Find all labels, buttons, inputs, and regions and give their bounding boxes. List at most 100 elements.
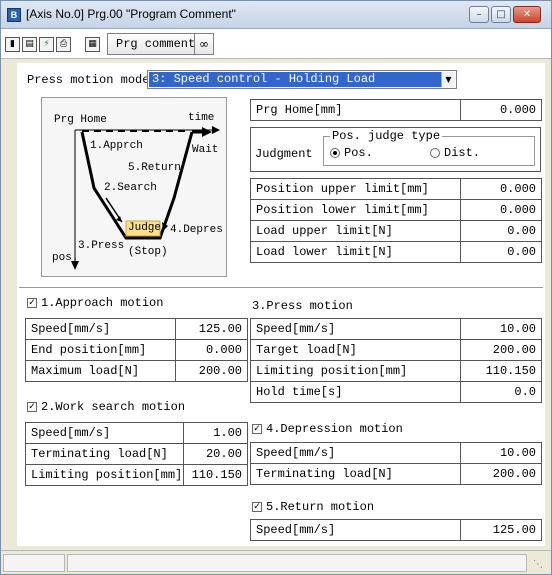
toolbar: ▮ ▤ ⚡ ⎙ ▦ Prg comment ∞ [1, 29, 551, 59]
table-row: Position upper limit[mm] 0.000 [250, 178, 542, 200]
press-motion-mode-label: Press motion mode [27, 73, 150, 87]
param-value[interactable]: 10.00 [460, 442, 542, 464]
table-row: Maximum load[N] 200.00 [25, 360, 248, 382]
param-label: Speed[mm/s] [250, 318, 461, 340]
diagram-wait-label: Wait [192, 144, 219, 156]
maximize-button[interactable]: □ [491, 6, 511, 23]
return-checkbox[interactable]: ✓ [252, 502, 262, 512]
link-icon[interactable]: ∞ [194, 33, 214, 55]
table-row: Speed[mm/s] 10.00 [250, 442, 542, 464]
pos-judge-type-label: Pos. judge type [330, 128, 443, 144]
table-row: Speed[mm/s] 125.00 [250, 519, 542, 541]
limit-label: Position upper limit[mm] [250, 178, 461, 200]
param-value[interactable]: 0.000 [175, 339, 248, 361]
table-row: Hold time[s] 0.0 [250, 381, 542, 403]
diagram-search-label: 2.Search [104, 182, 157, 194]
search-table: Speed[mm/s] 1.00 Terminating load[N] 20.00… [25, 422, 248, 486]
radio-pos-label[interactable]: Pos. [344, 145, 373, 161]
param-value[interactable]: 110.150 [460, 360, 542, 382]
table-row: Position lower limit[mm] 0.000 [250, 199, 542, 221]
limit-value[interactable]: 0.000 [460, 199, 542, 221]
press-title: 3.Press motion [252, 299, 353, 313]
search-title: 2.Work search motion [41, 400, 186, 414]
param-value[interactable]: 1.00 [183, 422, 248, 444]
program-window: B [Axis No.0] Prg.00 "Program Comment" –… [0, 0, 552, 575]
radio-pos[interactable] [330, 148, 340, 158]
table-row: Speed[mm/s] 125.00 [25, 318, 248, 340]
limit-value[interactable]: 0.00 [460, 241, 542, 263]
param-label: Speed[mm/s] [250, 442, 461, 464]
param-value[interactable]: 200.00 [460, 339, 542, 361]
param-value[interactable]: 125.00 [175, 318, 248, 340]
table-row: End position[mm] 0.000 [25, 339, 248, 361]
param-label: Hold time[s] [250, 381, 461, 403]
approach-table: Speed[mm/s] 125.00 End position[mm] 0.000 … [25, 318, 248, 382]
status-cell [3, 554, 65, 572]
approach-title: 1.Approach motion [41, 296, 164, 310]
judgment-label: Judgment [255, 147, 313, 161]
param-label: Limiting position[mm] [250, 360, 461, 382]
param-label: Terminating load[N] [25, 443, 184, 465]
table-row: Limiting position[mm] 110.150 [250, 360, 542, 382]
press-motion-mode-value: 3: Speed control - Holding Load [149, 72, 441, 87]
table-row: Prg Home[mm] 0.000 [250, 99, 542, 121]
table-row: Speed[mm/s] 10.00 [250, 318, 542, 340]
chevron-down-icon[interactable]: ▼ [441, 72, 455, 87]
depress-checkbox[interactable]: ✓ [252, 424, 262, 434]
return-title: 5.Return motion [266, 500, 375, 514]
param-value[interactable]: 200.00 [460, 463, 542, 485]
limit-value[interactable]: 0.000 [460, 178, 542, 200]
table-row: Terminating load[N] 200.00 [250, 463, 542, 485]
prg-home-label: Prg Home[mm] [250, 99, 461, 121]
limits-table: Position upper limit[mm] 0.000 Position l… [250, 178, 542, 263]
prg-home-value[interactable]: 0.000 [460, 99, 542, 121]
resize-grip-icon[interactable]: ⋱ [533, 559, 543, 570]
prg-comment-button[interactable]: Prg comment [107, 33, 205, 55]
param-label: Speed[mm/s] [25, 318, 176, 340]
search-checkbox[interactable]: ✓ [27, 402, 37, 412]
param-label: End position[mm] [25, 339, 176, 361]
document-icon[interactable]: ▤ [22, 37, 37, 52]
print-icon[interactable]: ⎙ [56, 37, 71, 52]
diagram-time-label: time [188, 112, 215, 124]
app-icon: B [7, 8, 21, 22]
transfer-icon[interactable]: ⚡ [39, 37, 54, 52]
diagram-stop-label: (Stop) [128, 246, 168, 258]
diagram-pos-label: pos. [52, 252, 79, 264]
pos-judge-type-group: Pos. judge type Pos. Dist. [323, 128, 535, 166]
param-label: Target load[N] [250, 339, 461, 361]
save-icon[interactable]: ▮ [5, 37, 20, 52]
window-title: [Axis No.0] Prg.00 "Program Comment" [26, 7, 236, 21]
diagram-prg-label: Prg Home [54, 114, 107, 126]
status-cell [67, 554, 527, 572]
param-label: Maximum load[N] [25, 360, 176, 382]
approach-checkbox[interactable]: ✓ [27, 298, 37, 308]
table-row: Speed[mm/s] 1.00 [25, 422, 248, 444]
param-value[interactable]: 125.00 [460, 519, 542, 541]
title-bar[interactable]: B [Axis No.0] Prg.00 "Program Comment" –… [1, 1, 551, 29]
press-table: Speed[mm/s] 10.00 Target load[N] 200.00 Li… [250, 318, 542, 403]
motion-diagram: Prg Home time pos. 1.Apprch 5.Return Wai… [41, 97, 227, 277]
limit-label: Load lower limit[N] [250, 241, 461, 263]
radio-dist-label[interactable]: Dist. [444, 145, 480, 161]
table-row: Load lower limit[N] 0.00 [250, 241, 542, 263]
minimize-button[interactable]: – [469, 6, 489, 23]
table-row: Load upper limit[N] 0.00 [250, 220, 542, 242]
table-icon[interactable]: ▦ [85, 37, 100, 52]
param-label: Speed[mm/s] [25, 422, 184, 444]
param-value[interactable]: 110.150 [183, 464, 248, 486]
close-button[interactable]: ✕ [513, 6, 541, 23]
table-row: Limiting position[mm] 110.150 [25, 464, 248, 486]
press-motion-mode-select[interactable]: 3: Speed control - Holding Load ▼ [147, 70, 457, 89]
limit-label: Position lower limit[mm] [250, 199, 461, 221]
param-value[interactable]: 20.00 [183, 443, 248, 465]
param-value[interactable]: 200.00 [175, 360, 248, 382]
param-label: Speed[mm/s] [250, 519, 461, 541]
prg-home-table: Prg Home[mm] 0.000 [250, 99, 542, 121]
diagram-press-label: 3.Press [78, 240, 125, 252]
param-value[interactable]: 10.00 [460, 318, 542, 340]
param-value[interactable]: 0.0 [460, 381, 542, 403]
radio-dist[interactable] [430, 148, 440, 158]
depress-title: 4.Depression motion [266, 422, 403, 436]
limit-value[interactable]: 0.00 [460, 220, 542, 242]
